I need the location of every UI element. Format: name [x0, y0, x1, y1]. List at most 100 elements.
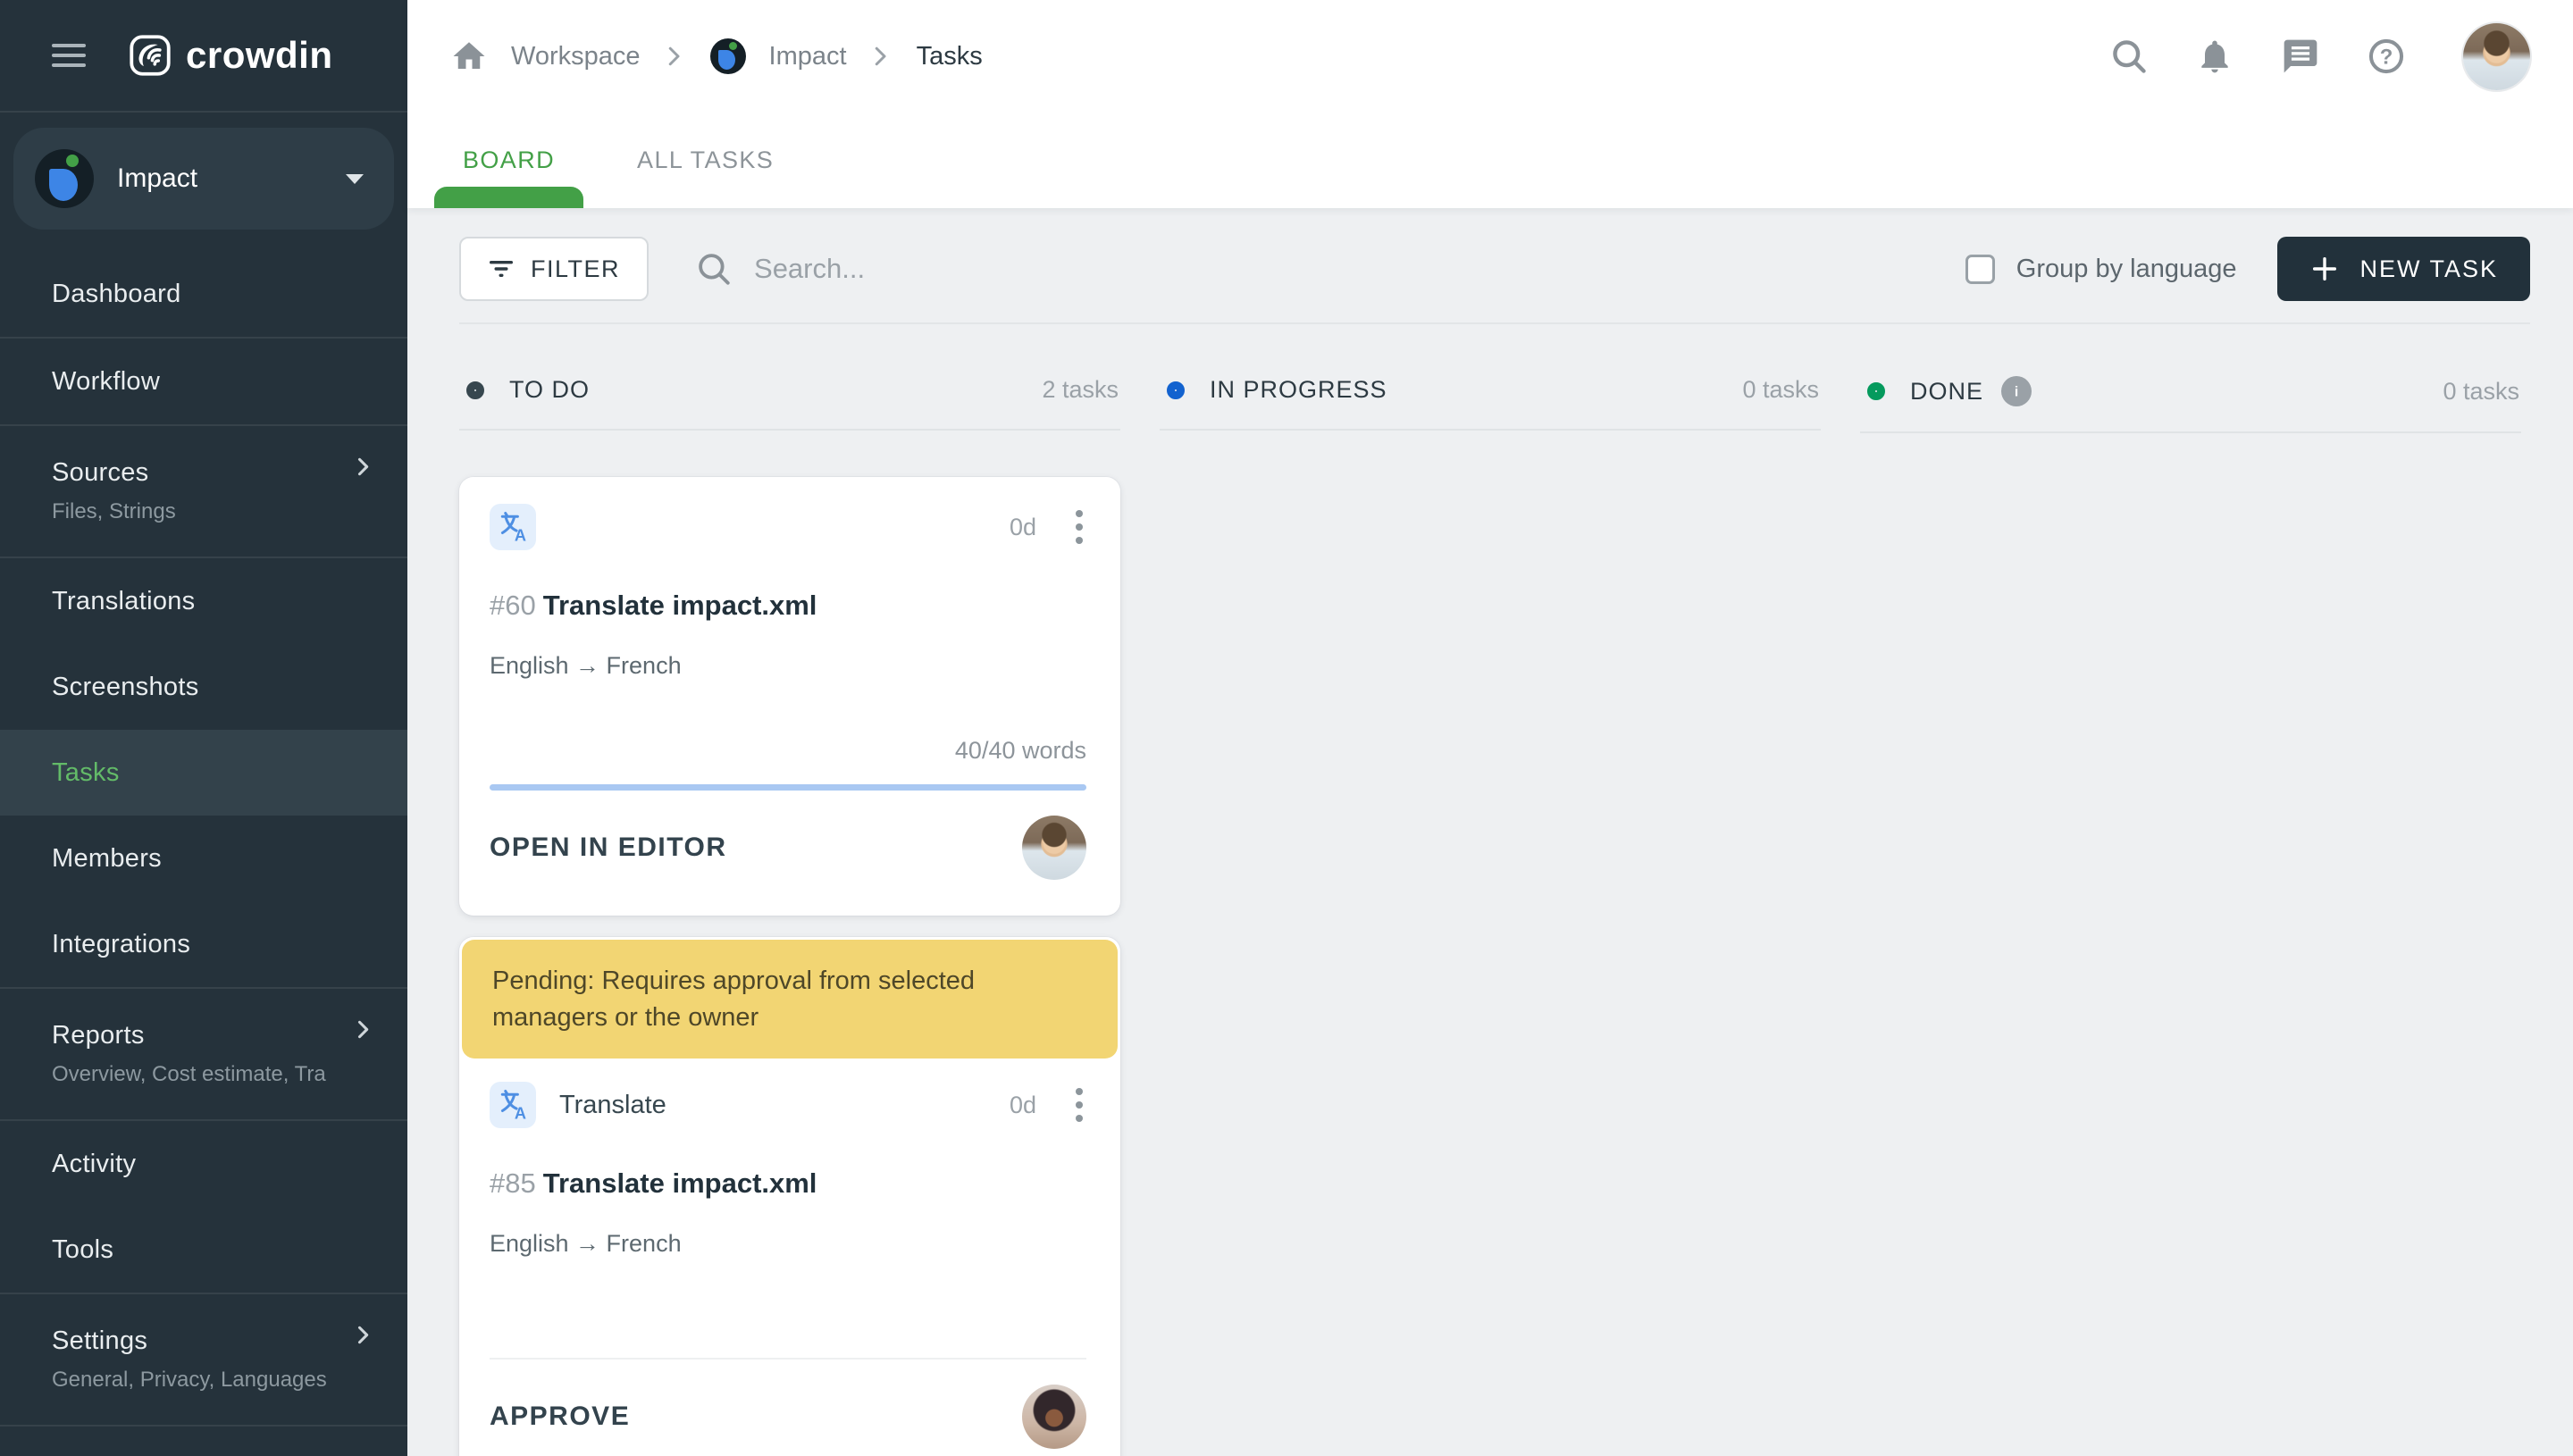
search-input[interactable]: [754, 253, 1380, 285]
chevron-right-icon: [350, 1323, 375, 1352]
tab-board[interactable]: BOARD: [433, 113, 584, 208]
divider: [490, 1358, 1086, 1360]
svg-text:A: A: [515, 1105, 526, 1122]
column-count: 0 tasks: [1742, 376, 1819, 403]
done-status-icon: [1867, 382, 1885, 400]
column-todo: TO DO 2 tasks A 0d #60 Translate impact.…: [459, 376, 1120, 1456]
card-header-row: A 0d: [490, 504, 1086, 550]
assignee-avatar: [1022, 1385, 1086, 1450]
user-avatar[interactable]: [2463, 22, 2530, 90]
sidebar-item-tasks[interactable]: Tasks: [0, 730, 407, 816]
search-icon: [695, 250, 733, 288]
menu-toggle-icon[interactable]: [52, 38, 86, 73]
card-footer: APPROVE: [490, 1385, 1086, 1450]
translate-task-icon: A: [490, 1082, 536, 1129]
divider: [0, 1425, 407, 1427]
crowdin-logo[interactable]: crowdin: [129, 34, 333, 77]
column-done: DONE i 0 tasks: [1860, 376, 2521, 1456]
new-task-button[interactable]: NEW TASK: [2277, 237, 2530, 301]
chevron-right-icon: [867, 43, 893, 70]
svg-text:i: i: [2015, 385, 2018, 400]
project-avatar: [35, 149, 94, 208]
search-icon[interactable]: [2109, 37, 2149, 76]
card-header-row: A Translate 0d: [490, 1082, 1086, 1129]
group-by-language-label: Group by language: [2016, 254, 2237, 283]
top-header: Workspace Impact Tasks ? BOARD ALL TASKS: [407, 0, 2573, 208]
sidebar-item-settings[interactable]: Settings General, Privacy, Languages, Q.…: [0, 1294, 407, 1425]
assignee-avatar: [1022, 816, 1086, 880]
sidebar-item-translations[interactable]: Translations: [0, 558, 407, 644]
column-in-progress-header: IN PROGRESS 0 tasks: [1160, 376, 1821, 431]
due-badge: 0d: [1009, 513, 1036, 540]
column-done-header: DONE i 0 tasks: [1860, 376, 2521, 433]
sidebar-item-workflow[interactable]: Workflow: [0, 339, 407, 424]
board-columns: TO DO 2 tasks A 0d #60 Translate impact.…: [459, 376, 2530, 1456]
header-actions: ?: [2109, 22, 2530, 90]
task-id: #85: [490, 1167, 536, 1200]
column-count: 2 tasks: [1042, 376, 1119, 403]
chevron-right-icon: [350, 1017, 375, 1047]
pending-banner: Pending: Requires approval from selected…: [462, 940, 1118, 1059]
project-selector[interactable]: Impact: [13, 128, 394, 230]
notifications-bell-icon[interactable]: [2195, 37, 2234, 76]
home-icon[interactable]: [450, 38, 488, 75]
card-word-count: 40/40 words: [954, 737, 1086, 764]
chevron-down-icon: [346, 173, 364, 184]
group-by-language-toggle[interactable]: Group by language: [1965, 254, 2237, 284]
logo-wordmark: crowdin: [186, 34, 333, 76]
column-todo-cards: A 0d #60 Translate impact.xml English → F…: [459, 477, 1120, 1456]
sidebar-item-reports[interactable]: Reports Overview, Cost estimate, Transl.…: [0, 989, 407, 1119]
task-card-85[interactable]: Pending: Requires approval from selected…: [459, 937, 1120, 1456]
help-icon[interactable]: ?: [2367, 37, 2406, 76]
task-type-label: Translate: [559, 1090, 666, 1119]
sidebar: crowdin Impact Dashboard Workflow Source…: [0, 0, 407, 1456]
breadcrumb-workspace[interactable]: Workspace: [511, 42, 641, 71]
sidebar-item-members[interactable]: Members: [0, 816, 407, 901]
plus-icon: [2313, 256, 2337, 281]
divider: [459, 322, 2530, 324]
sidebar-item-dashboard[interactable]: Dashboard: [0, 251, 407, 337]
breadcrumb-project[interactable]: Impact: [769, 42, 847, 71]
info-icon[interactable]: i: [2001, 376, 2032, 406]
sidebar-item-activity[interactable]: Activity: [0, 1121, 407, 1207]
task-board: FILTER Group by language NEW TASK: [407, 208, 2573, 1456]
sidebar-item-sources[interactable]: Sources Files, Strings: [0, 426, 407, 556]
breadcrumb: Workspace Impact Tasks: [450, 38, 983, 75]
group-by-language-checkbox[interactable]: [1965, 254, 1995, 284]
due-badge: 0d: [1009, 1091, 1036, 1118]
sidebar-nav: Dashboard Workflow Sources Files, String…: [0, 251, 407, 1456]
card-menu-icon[interactable]: [1072, 506, 1086, 548]
sidebar-item-integrations[interactable]: Integrations: [0, 901, 407, 987]
messages-icon[interactable]: [2281, 37, 2320, 76]
breadcrumb-project-avatar[interactable]: [709, 38, 746, 74]
search-box: [695, 250, 1965, 288]
sidebar-item-tools[interactable]: Tools: [0, 1207, 407, 1293]
filter-label: FILTER: [531, 255, 621, 282]
translate-task-icon: A: [490, 504, 536, 550]
tabs-bar: BOARD ALL TASKS: [407, 113, 2573, 208]
main-area: Workspace Impact Tasks ? BOARD ALL TASKS…: [407, 0, 2573, 1456]
crowdin-mark-icon: [130, 35, 171, 76]
task-card-60[interactable]: A 0d #60 Translate impact.xml English → F…: [459, 477, 1120, 916]
svg-text:A: A: [515, 527, 526, 544]
card-menu-icon[interactable]: [1072, 1084, 1086, 1125]
card-languages: English → French: [490, 652, 682, 679]
board-toolbar: FILTER Group by language NEW TASK: [459, 237, 2530, 301]
progress-bar: [490, 784, 1086, 791]
approve-button[interactable]: APPROVE: [490, 1402, 630, 1432]
breadcrumb-current: Tasks: [916, 41, 983, 71]
tab-all-tasks[interactable]: ALL TASKS: [624, 113, 786, 208]
task-name: Translate impact.xml: [542, 590, 817, 621]
filter-button[interactable]: FILTER: [459, 237, 650, 301]
card-title: #60 Translate impact.xml: [490, 590, 1086, 622]
card-languages: English → French: [490, 1230, 682, 1258]
todo-status-icon: [466, 381, 484, 399]
card-footer: OPEN IN EDITOR: [490, 816, 1086, 880]
open-in-editor-button[interactable]: OPEN IN EDITOR: [490, 833, 726, 863]
sidebar-item-screenshots[interactable]: Screenshots: [0, 644, 407, 730]
column-in-progress: IN PROGRESS 0 tasks: [1160, 376, 1821, 1456]
chevron-right-icon: [350, 455, 375, 484]
column-name: TO DO: [509, 376, 591, 403]
in-progress-status-icon: [1167, 381, 1185, 399]
task-name: Translate impact.xml: [542, 1167, 817, 1200]
